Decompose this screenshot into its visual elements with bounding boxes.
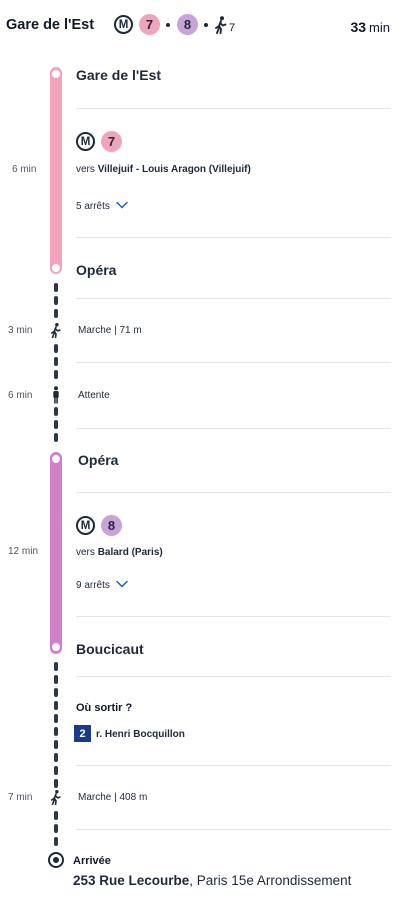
line-7-label: 7 [107,134,116,149]
stops-toggle[interactable]: 9 arrêts [76,580,128,591]
walk-duration: 7 min [8,792,33,803]
standing-person-icon [52,386,60,409]
dash [54,688,58,697]
divider [76,829,391,830]
header-origin: Gare de l'Est [6,17,95,33]
dash [54,283,58,292]
dash [54,433,58,442]
dash [54,309,58,318]
stop-boucicaut[interactable]: Boucicaut [76,641,144,657]
wait-duration: 6 min [8,390,33,401]
dash [54,779,58,788]
walk-icon [50,789,62,811]
arrival-address[interactable]: 253 Rue Lecourbe, Paris 15e Arrondisseme… [73,873,351,888]
metro-icon: M [114,15,133,34]
stop-opera[interactable]: Opéra [76,262,116,278]
stops-count: 9 arrêts [76,580,110,591]
chevron-down-icon [116,201,128,212]
direction-text: vers Villejuif - Louis Aragon (Villejuif… [76,164,251,175]
direction-name: Villejuif - Louis Aragon (Villejuif) [97,164,251,175]
direction-prefix: vers [76,164,95,175]
direction-text: vers Balard (Paris) [76,547,163,558]
separator-dot [166,23,170,27]
duration-unit: min [369,20,390,35]
stop-dot [50,262,62,274]
stops-toggle[interactable]: 5 arrêts [76,201,128,212]
line-7-label: 7 [145,17,154,32]
wait-label: Attente [78,390,110,401]
metro-symbol: M [80,519,91,532]
separator-dot [204,23,208,27]
exit-title: Où sortir ? [76,702,133,714]
metro-symbol: M [80,135,91,148]
divider [76,108,391,109]
dash [54,811,58,820]
exit-street: r. Henri Bocquillon [96,729,185,740]
line-8-label: 8 [183,17,192,32]
dash [54,370,58,379]
walk-icon [214,16,228,39]
total-duration: 33 min [350,19,390,35]
line-7-badge: 7 [139,14,160,35]
metro-icon: M [76,132,95,151]
exit-number-badge: 2 [74,725,91,742]
line-7-bar [50,67,62,273]
dash [54,753,58,762]
segment-duration: 12 min [8,546,39,557]
arrival-label: Arrivée [73,855,111,867]
dash [54,766,58,775]
walk-icon [50,322,62,344]
divider [76,676,391,677]
divider [76,237,391,238]
walk-duration: 3 min [8,325,33,336]
divider [76,616,391,617]
divider [76,362,391,363]
arrival-street: 253 Rue Lecourbe [73,873,190,888]
dash [54,296,58,305]
stop-opera[interactable]: Opéra [78,452,118,468]
direction-name: Balard (Paris) [97,547,163,558]
stop-dot [50,68,62,80]
stop-gare-de-l-est[interactable]: Gare de l'Est [76,67,161,83]
metro-symbol: M [118,18,129,31]
segment-duration: 6 min [12,164,37,175]
dash [54,357,58,366]
stop-dot [50,641,62,653]
dash [54,662,58,671]
exit-number: 2 [79,727,86,740]
divider [76,765,391,766]
dash [54,824,58,833]
line-8-badge: 8 [177,14,198,35]
walk-label: Marche | 408 m [78,792,148,803]
dash [54,714,58,723]
dash [54,420,58,429]
chevron-down-icon [116,580,128,591]
line-8-badge: 8 [101,515,122,536]
direction-prefix: vers [76,547,95,558]
dash [54,727,58,736]
stop-dot [50,453,62,465]
line-8-bar [50,452,62,654]
divider [76,298,391,299]
dash [54,837,58,846]
walk-count: 7 [229,22,236,34]
dash [54,675,58,684]
walk-label: Marche | 71 m [78,325,142,336]
arrival-city: , Paris 15e Arrondissement [189,873,352,888]
duration-value: 33 [350,19,367,35]
dash [54,740,58,749]
dash [54,344,58,353]
destination-icon [48,852,64,868]
metro-icon: M [76,516,95,535]
divider [76,492,391,493]
line-8-label: 8 [107,518,116,533]
divider [76,428,391,429]
stops-count: 5 arrêts [76,201,110,212]
dash [54,701,58,710]
line-7-badge: 7 [101,131,122,152]
